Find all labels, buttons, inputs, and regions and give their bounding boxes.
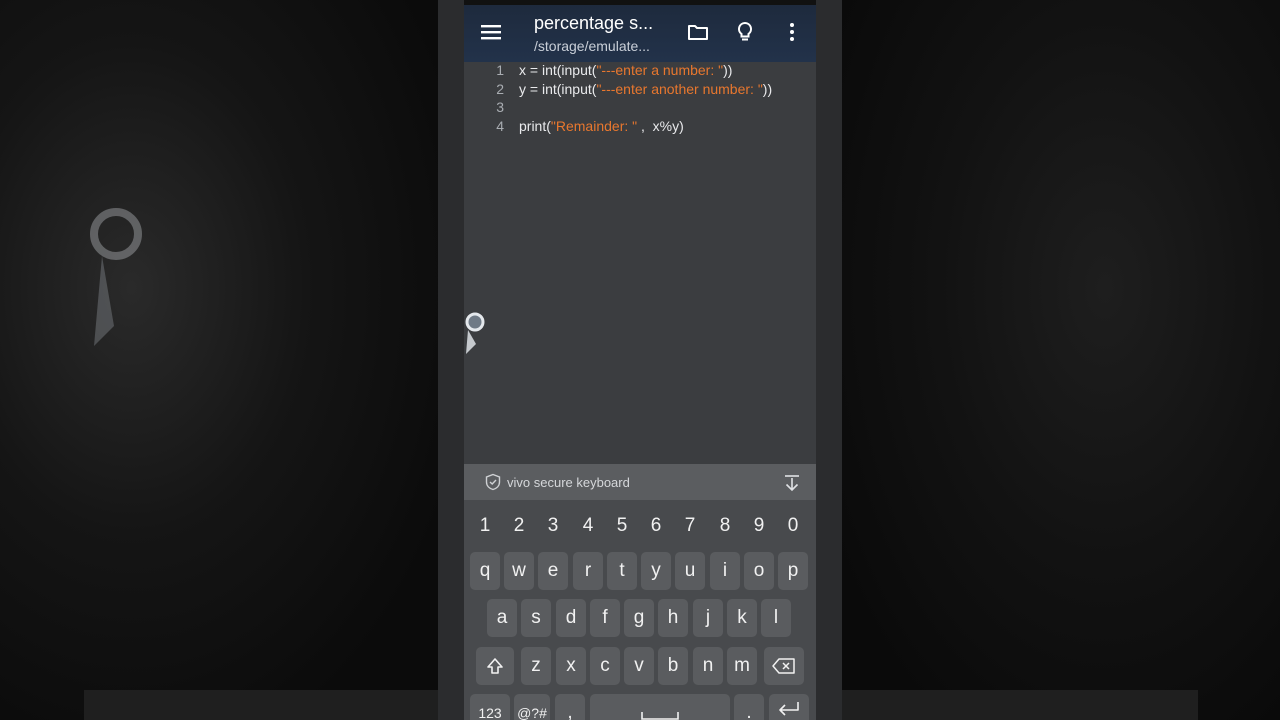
key-4[interactable]: 4	[573, 507, 603, 545]
astronaut-icon	[465, 312, 485, 354]
key-z[interactable]: z	[521, 647, 551, 685]
line-number: 3	[496, 99, 504, 115]
code-text: y = int(input("---enter another number: …	[519, 81, 773, 97]
file-path: /storage/emulate...	[534, 38, 650, 54]
key-2[interactable]: 2	[504, 507, 534, 545]
code-text: print("Remainder: " , x%y)	[519, 118, 684, 134]
code-line[interactable]: 3	[464, 99, 816, 117]
soft-keyboard: vivo secure keyboard 1 2 3 4 5 6 7 8 9 0	[464, 464, 816, 720]
key-7[interactable]: 7	[675, 507, 705, 545]
lightbulb-icon[interactable]	[733, 20, 757, 44]
key-9[interactable]: 9	[744, 507, 774, 545]
key-h[interactable]: h	[658, 599, 688, 637]
key-x[interactable]: x	[556, 647, 586, 685]
astronaut-icon	[90, 208, 142, 346]
key-a[interactable]: a	[487, 599, 517, 637]
shift-icon	[487, 658, 503, 674]
shift-key[interactable]	[476, 647, 514, 685]
code-line[interactable]: 2 y = int(input("---enter another number…	[464, 81, 816, 99]
key-0[interactable]: 0	[778, 507, 808, 545]
code-editor[interactable]: 1 x = int(input("---enter a number: ")) …	[464, 62, 816, 464]
app-screen: percentage s... /storage/emulate... 1 x …	[464, 0, 816, 720]
key-v[interactable]: v	[624, 647, 654, 685]
line-number: 1	[496, 62, 504, 78]
key-c[interactable]: c	[590, 647, 620, 685]
key-s[interactable]: s	[521, 599, 551, 637]
key-period[interactable]: .	[734, 694, 764, 720]
key-y[interactable]: y	[641, 552, 671, 590]
key-123[interactable]: 123	[470, 694, 510, 720]
key-d[interactable]: d	[556, 599, 586, 637]
space-key[interactable]	[590, 694, 730, 720]
key-m[interactable]: m	[727, 647, 757, 685]
blurred-background-left	[0, 0, 438, 720]
key-l[interactable]: l	[761, 599, 791, 637]
key-6[interactable]: 6	[641, 507, 671, 545]
backspace-icon	[772, 658, 795, 674]
key-g[interactable]: g	[624, 599, 654, 637]
shield-icon	[485, 473, 501, 491]
key-symbols[interactable]: @?#	[514, 694, 550, 720]
phone-edge-right	[816, 0, 842, 720]
key-r[interactable]: r	[573, 552, 603, 590]
key-5[interactable]: 5	[607, 507, 637, 545]
app-toolbar: percentage s... /storage/emulate...	[464, 0, 816, 62]
blurred-background-right	[842, 0, 1280, 720]
backspace-key[interactable]	[764, 647, 804, 685]
key-i[interactable]: i	[710, 552, 740, 590]
key-n[interactable]: n	[693, 647, 723, 685]
key-w[interactable]: w	[504, 552, 534, 590]
key-q[interactable]: q	[470, 552, 500, 590]
enter-icon	[779, 702, 799, 716]
file-title: percentage s...	[534, 13, 654, 33]
folder-icon[interactable]	[686, 20, 710, 44]
key-e[interactable]: e	[538, 552, 568, 590]
key-f[interactable]: f	[590, 599, 620, 637]
keyboard-hide-icon[interactable]	[782, 473, 802, 493]
key-p[interactable]: p	[778, 552, 808, 590]
code-line[interactable]: 4 print("Remainder: " , x%y)	[464, 118, 816, 136]
key-comma[interactable]: ,	[555, 694, 585, 720]
menu-icon[interactable]	[478, 20, 504, 44]
phone-screen-recording: percentage s... /storage/emulate... 1 x …	[438, 0, 842, 720]
key-o[interactable]: o	[744, 552, 774, 590]
code-text: x = int(input("---enter a number: "))	[519, 62, 733, 78]
keyboard-name: vivo secure keyboard	[507, 475, 630, 490]
space-icon	[641, 712, 679, 720]
key-3[interactable]: 3	[538, 507, 568, 545]
key-j[interactable]: j	[693, 599, 723, 637]
key-8[interactable]: 8	[710, 507, 740, 545]
keyboard-header: vivo secure keyboard	[464, 464, 816, 500]
more-vert-icon[interactable]	[780, 20, 804, 44]
key-k[interactable]: k	[727, 599, 757, 637]
key-t[interactable]: t	[607, 552, 637, 590]
key-1[interactable]: 1	[470, 507, 500, 545]
key-u[interactable]: u	[675, 552, 705, 590]
enter-key[interactable]	[769, 694, 809, 720]
video-frame: percentage s... /storage/emulate... 1 x …	[0, 0, 1280, 720]
line-number: 2	[496, 81, 504, 97]
code-line[interactable]: 1 x = int(input("---enter a number: "))	[464, 62, 816, 80]
key-b[interactable]: b	[658, 647, 688, 685]
line-number: 4	[496, 118, 504, 134]
phone-edge-left	[438, 0, 464, 720]
